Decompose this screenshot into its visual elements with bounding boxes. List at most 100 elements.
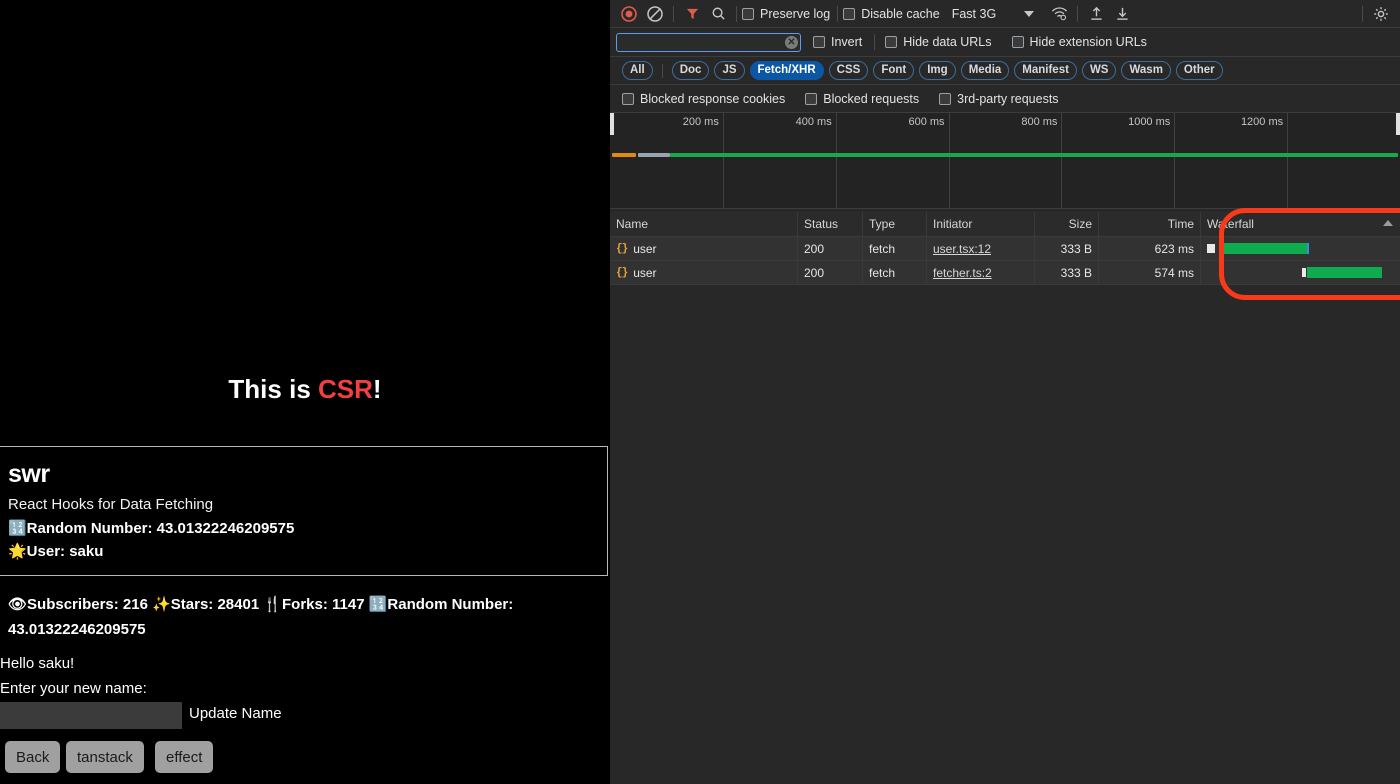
request-name: user — [633, 265, 657, 280]
type-filter-media[interactable]: Media — [960, 61, 1010, 80]
blocked-response-cookies-checkbox[interactable]: Blocked response cookies — [622, 92, 785, 106]
cell-initiator[interactable]: user.tsx:12 — [927, 237, 1035, 260]
disable-cache-checkbox[interactable]: Disable cache — [843, 7, 940, 21]
blocked-response-cookies-label: Blocked response cookies — [640, 91, 786, 106]
type-filter-other[interactable]: Other — [1175, 61, 1223, 80]
cell-status: 200 — [798, 237, 863, 260]
column-header-time[interactable]: Time — [1099, 212, 1201, 236]
initiator-link[interactable]: user.tsx:12 — [933, 242, 991, 256]
sort-ascending-icon — [1383, 220, 1393, 226]
devtools-network-panel: Preserve log Disable cache Fast 3G ✕ Inv… — [610, 0, 1400, 784]
invert-checkbox[interactable]: Invert — [813, 35, 862, 49]
type-filter-js[interactable]: JS — [714, 61, 745, 80]
toolbar-divider-1 — [673, 5, 674, 22]
preserve-log-box — [742, 7, 754, 20]
cell-waterfall[interactable] — [1201, 237, 1400, 260]
network-overview-timeline[interactable]: 200 ms 400 ms 600 ms 800 ms 1000 ms 1200 ms — [610, 113, 1400, 209]
new-name-input[interactable] — [0, 702, 182, 729]
filter-divider — [874, 34, 876, 50]
preserve-log-label: Preserve log — [760, 6, 831, 21]
initiator-link[interactable]: fetcher.ts:2 — [933, 266, 992, 280]
cell-name[interactable]: {} user — [610, 237, 798, 260]
column-header-status[interactable]: Status — [798, 212, 863, 236]
filter-input[interactable] — [617, 35, 785, 49]
table-row[interactable]: {} user 200 fetch user.tsx:12 333 B 623 ms — [610, 237, 1400, 261]
type-filter-css[interactable]: CSS — [828, 61, 869, 80]
network-conditions-icon[interactable] — [1046, 1, 1072, 27]
hide-data-urls-box — [885, 36, 898, 48]
column-header-waterfall[interactable]: Waterfall — [1201, 212, 1400, 236]
effect-button[interactable]: effect — [155, 741, 214, 773]
settings-holder — [1357, 0, 1394, 28]
toolbar-divider-2 — [736, 5, 737, 22]
enter-name-label: Enter your new name: — [0, 680, 147, 697]
cell-time: 623 ms — [1099, 237, 1201, 260]
cell-waterfall[interactable] — [1201, 261, 1400, 284]
column-header-size[interactable]: Size — [1035, 212, 1099, 236]
toolbar-divider-4 — [1077, 5, 1079, 22]
browser-page-pane: This is CSR! swr React Hooks for Data Fe… — [0, 0, 610, 784]
preserve-log-checkbox[interactable]: Preserve log — [742, 7, 830, 21]
json-icon: {} — [616, 242, 628, 255]
hide-extension-urls-label: Hide extension URLs — [1029, 35, 1147, 49]
page-title-suffix: ! — [372, 374, 382, 404]
overview-tick — [835, 113, 837, 208]
type-filter-ws[interactable]: WS — [1081, 61, 1117, 80]
cell-type: fetch — [863, 261, 927, 284]
cell-initiator[interactable]: fetcher.ts:2 — [927, 261, 1035, 284]
blocked-requests-label: Blocked requests — [823, 91, 920, 106]
type-filter-manifest[interactable]: Manifest — [1014, 61, 1077, 80]
invert-box — [813, 36, 825, 48]
column-header-waterfall-label: Waterfall — [1207, 217, 1254, 231]
cell-status: 200 — [798, 261, 863, 284]
toolbar-divider-3 — [837, 5, 839, 22]
chevron-down-icon — [1024, 10, 1035, 17]
update-name-button[interactable]: Update Name — [189, 705, 282, 722]
throttling-dropdown[interactable]: Fast 3G — [952, 7, 1035, 21]
hide-data-urls-label: Hide data URLs — [903, 35, 992, 49]
chip-divider — [661, 63, 663, 78]
waterfall-wait-marker — [1302, 268, 1306, 277]
requests-table-body: {} user 200 fetch user.tsx:12 333 B 623 ms {} us… — [610, 237, 1400, 285]
blocked-requests-checkbox[interactable]: Blocked requests — [805, 92, 919, 106]
network-toolbar: Preserve log Disable cache Fast 3G — [610, 0, 1400, 28]
table-header-row: Name Status Type Initiator Size Time Wat… — [610, 212, 1400, 237]
type-filter-wasm[interactable]: Wasm — [1121, 61, 1171, 80]
type-filter-img[interactable]: Img — [919, 61, 956, 80]
gear-icon[interactable] — [1368, 1, 1394, 27]
table-row[interactable]: {} user 200 fetch fetcher.ts:2 333 B 574 ms — [610, 261, 1400, 285]
filter-icon[interactable] — [679, 1, 705, 27]
column-header-name[interactable]: Name — [610, 212, 798, 236]
third-party-requests-checkbox[interactable]: 3rd-party requests — [939, 91, 1059, 106]
overview-tick — [722, 113, 724, 208]
cell-name[interactable]: {} user — [610, 261, 798, 284]
import-har-icon[interactable] — [1083, 1, 1109, 27]
requests-table-header: Name Status Type Initiator Size Time Wat… — [610, 212, 1400, 237]
export-har-icon[interactable] — [1109, 1, 1135, 27]
record-icon[interactable] — [616, 1, 642, 27]
request-name: user — [633, 241, 657, 256]
type-filter-fetch-xhr[interactable]: Fetch/XHR — [749, 61, 824, 80]
column-header-type[interactable]: Type — [863, 212, 927, 236]
type-filter-all[interactable]: All — [622, 61, 653, 80]
clear-icon[interactable] — [642, 1, 668, 27]
requests-table: Name Status Type Initiator Size Time Wat… — [610, 212, 1400, 285]
overview-tick — [1061, 113, 1063, 208]
disable-cache-box — [843, 7, 856, 20]
tanstack-button[interactable]: tanstack — [66, 741, 144, 773]
blocked-requests-box — [805, 92, 818, 105]
hide-data-urls-checkbox[interactable]: Hide data URLs — [885, 35, 992, 49]
type-filter-font[interactable]: Font — [873, 61, 915, 80]
back-button[interactable]: Back — [5, 741, 61, 773]
column-header-initiator[interactable]: Initiator — [927, 212, 1035, 236]
search-icon[interactable] — [705, 1, 731, 27]
hide-extension-urls-checkbox[interactable]: Hide extension URLs — [1011, 35, 1147, 49]
close-icon[interactable]: ✕ — [785, 35, 798, 49]
type-filter-doc[interactable]: Doc — [671, 61, 710, 80]
toolbar-divider-5 — [1362, 6, 1363, 22]
third-party-requests-label: 3rd-party requests — [957, 91, 1059, 106]
filter-input-wrapper[interactable]: ✕ — [616, 32, 801, 52]
overview-tick-label: 1200 ms — [1240, 116, 1284, 128]
filter-row: ✕ Invert Hide data URLs Hide extension U… — [610, 28, 1400, 57]
overview-tick — [948, 113, 950, 208]
